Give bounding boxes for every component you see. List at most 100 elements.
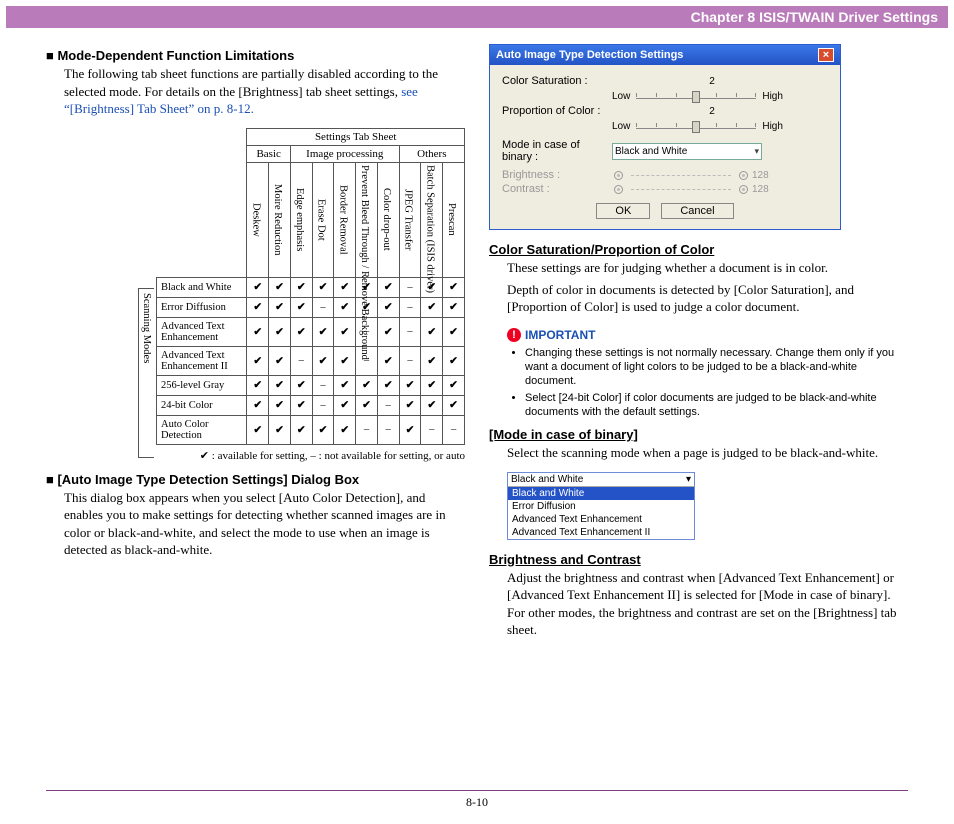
listbox-item[interactable]: Error Diffusion (508, 500, 694, 513)
p-color-sat-b: Depth of color in documents is detected … (507, 281, 908, 316)
compat-col-header: Prevent Bleed Through / Remove Backgroun… (356, 162, 378, 277)
ok-button[interactable]: OK (596, 203, 650, 219)
compat-cell: ✔ (356, 375, 378, 395)
compat-cell: – (399, 317, 421, 346)
chevron-down-icon: ▾ (686, 474, 691, 485)
label-color-saturation: Color Saturation : (502, 75, 612, 87)
compat-cell: – (399, 297, 421, 317)
compat-cell: ✔ (443, 277, 465, 297)
compat-cell: ✔ (421, 297, 443, 317)
chevron-down-icon: ▾ (754, 146, 759, 157)
important-badge: ! IMPORTANT (507, 328, 595, 342)
compat-row-label: 256-level Gray (157, 375, 247, 395)
compat-cell: ✔ (247, 297, 269, 317)
compat-cell: – (312, 297, 334, 317)
label-mode-binary: Mode in case of binary : (502, 139, 612, 163)
compat-col-header: Deskew (247, 162, 269, 277)
compat-col-header: Edge emphasis (290, 162, 312, 277)
note-item: Select [24-bit Color] if color documents… (525, 391, 908, 420)
compat-cell: ✔ (399, 415, 421, 444)
compat-cell: – (312, 395, 334, 415)
compat-caption: Settings Tab Sheet (247, 128, 465, 145)
compat-cell: ✔ (312, 415, 334, 444)
slider-contrast (631, 189, 731, 190)
compat-cell: ✔ (312, 346, 334, 375)
compat-cell: ✔ (269, 395, 291, 415)
compat-cell: ✔ (269, 297, 291, 317)
compat-cell: – (290, 346, 312, 375)
compat-cell: ✔ (399, 375, 421, 395)
compat-cell: ✔ (247, 346, 269, 375)
note-item: Changing these settings is not normally … (525, 346, 908, 389)
compat-cell: ✔ (247, 415, 269, 444)
chapter-header: Chapter 8 ISIS/TWAIN Driver Settings (6, 6, 948, 28)
slider-proportion[interactable] (636, 119, 756, 133)
compat-col-header: Border Removal (334, 162, 356, 277)
compat-cell: ✔ (443, 297, 465, 317)
compat-cell: ✔ (290, 415, 312, 444)
close-icon[interactable]: × (818, 48, 834, 62)
table-legend: ✔ : available for setting, – : not avail… (46, 449, 465, 462)
page-number: 8-10 (466, 795, 488, 809)
compat-cell: ✔ (356, 395, 378, 415)
compat-cell: ✔ (334, 297, 356, 317)
compat-row-label: 24-bit Color (157, 395, 247, 415)
compat-cell: ✔ (421, 375, 443, 395)
slider-color-saturation[interactable] (636, 89, 756, 103)
compat-cell: – (377, 415, 399, 444)
compat-row-label: Error Diffusion (157, 297, 247, 317)
compat-cell: ✔ (443, 395, 465, 415)
listbox-item[interactable]: Advanced Text Enhancement (508, 513, 694, 526)
compat-cell: ✔ (334, 317, 356, 346)
compat-cell: ✔ (334, 346, 356, 375)
heading-auto-detect-dialog: [Auto Image Type Detection Settings] Dia… (46, 472, 465, 487)
compat-cell: ✔ (247, 375, 269, 395)
compat-cell: ✔ (247, 395, 269, 415)
label-brightness: Brightness : (502, 169, 612, 181)
sun-icon (614, 171, 623, 180)
compat-row-label: Black and White (157, 277, 247, 297)
compat-cell: ✔ (399, 395, 421, 415)
compat-cell: – (443, 415, 465, 444)
p-mode-binary: Select the scanning mode when a page is … (507, 444, 908, 462)
compat-cell: ✔ (247, 277, 269, 297)
row-group-label: Scanning Modes (138, 288, 154, 458)
compat-table: Settings Tab Sheet Basic Image processin… (156, 128, 465, 445)
compat-cell: – (377, 395, 399, 415)
compat-cell: ✔ (290, 297, 312, 317)
compat-cell: ✔ (377, 297, 399, 317)
dialog-title: Auto Image Type Detection Settings (496, 49, 683, 61)
compat-cell: ✔ (247, 317, 269, 346)
compat-cell: – (421, 415, 443, 444)
sun-icon (739, 171, 748, 180)
alert-icon: ! (507, 328, 521, 342)
select-mode-binary[interactable]: Black and White▾ (612, 143, 762, 160)
auto-detect-paragraph: This dialog box appears when you select … (64, 489, 465, 559)
compat-cell: ✔ (269, 346, 291, 375)
compat-cell: ✔ (443, 346, 465, 375)
compat-cell: ✔ (290, 277, 312, 297)
compat-cell: – (399, 346, 421, 375)
compat-row-label: Advanced Text Enhancement (157, 317, 247, 346)
cancel-button[interactable]: Cancel (661, 203, 733, 219)
compat-cell: ✔ (312, 317, 334, 346)
compat-cell: ✔ (269, 375, 291, 395)
compat-cell: ✔ (312, 277, 334, 297)
compat-cell: ✔ (290, 395, 312, 415)
compat-cell: ✔ (290, 375, 312, 395)
compat-col-header: Moire Reduction (269, 162, 291, 277)
heading-mode-binary: [Mode in case of binary] (489, 427, 908, 442)
important-list: Changing these settings is not normally … (511, 346, 908, 419)
listbox-item[interactable]: Advanced Text Enhancement II (508, 526, 694, 539)
compat-row-label: Auto Color Detection (157, 415, 247, 444)
mode-binary-listbox[interactable]: Black and White ▾ Black and WhiteError D… (507, 472, 695, 540)
listbox-item[interactable]: Black and White (508, 487, 694, 500)
compat-cell: ✔ (334, 395, 356, 415)
slider-brightness (631, 175, 731, 176)
contrast-icon (614, 185, 623, 194)
heading-color-saturation: Color Saturation/Proportion of Color (489, 242, 908, 257)
compat-cell: ✔ (290, 317, 312, 346)
listbox-selected: Black and White (511, 474, 583, 485)
p-brightness-contrast: Adjust the brightness and contrast when … (507, 569, 908, 639)
compat-cell: – (356, 415, 378, 444)
